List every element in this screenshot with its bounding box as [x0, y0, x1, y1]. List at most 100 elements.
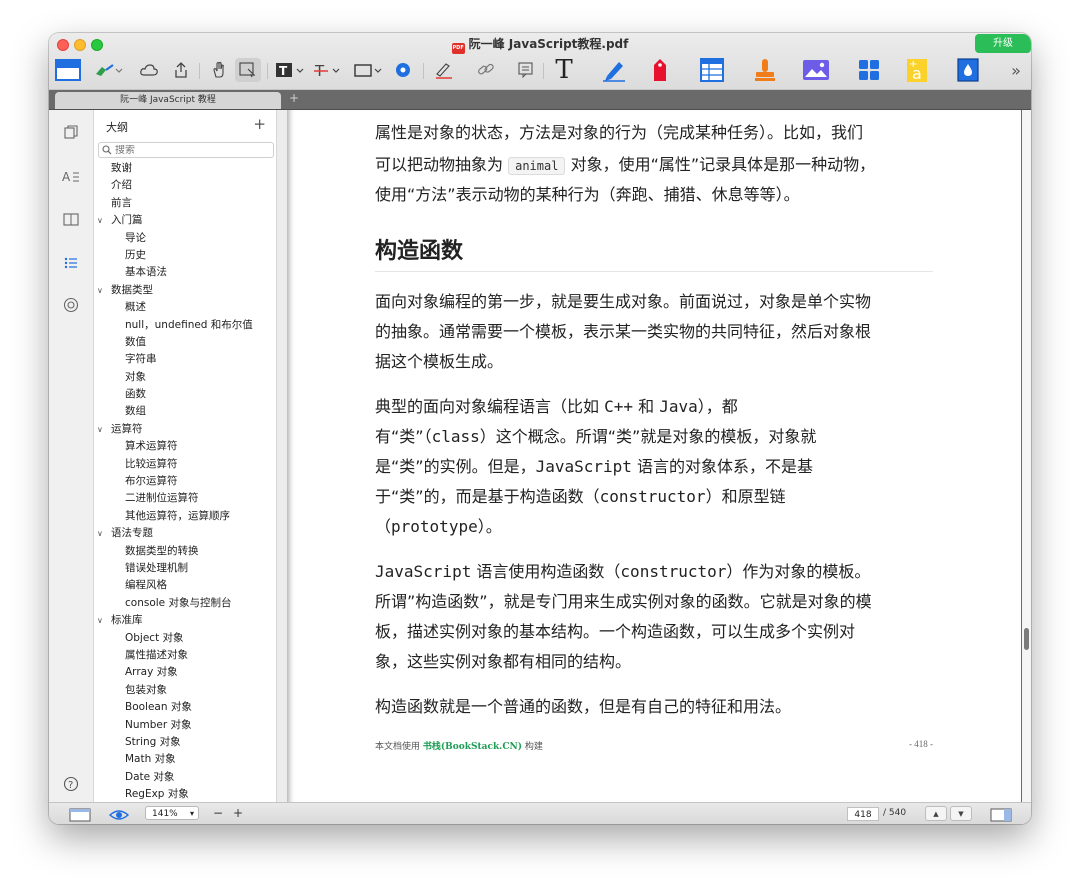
pen-tool-icon[interactable]: [599, 58, 629, 82]
thumbnails-icon[interactable]: [61, 122, 81, 142]
outline-section-item[interactable]: 致谢: [94, 160, 276, 177]
upgrade-button[interactable]: 升级: [975, 34, 1031, 53]
tag-icon[interactable]: [647, 58, 673, 82]
zoom-out-button[interactable]: −: [213, 806, 223, 820]
outline-subitem[interactable]: Boolean 对象: [94, 699, 276, 716]
outline-item-label: 数据类型: [111, 283, 153, 296]
sidebar-toggle-icon[interactable]: [55, 58, 81, 82]
outline-subitem[interactable]: console 对象与控制台: [94, 595, 276, 612]
outline-section-item[interactable]: ∨ 标准库: [94, 612, 276, 629]
outline-subitem[interactable]: Date 对象: [94, 769, 276, 786]
outline-subitem[interactable]: 数组: [94, 403, 276, 420]
document-scrollbar[interactable]: [1022, 110, 1031, 802]
outline-subitem[interactable]: 历史: [94, 247, 276, 264]
select-tool-icon[interactable]: [235, 58, 261, 82]
font-style-icon[interactable]: A: [61, 166, 81, 186]
outline-subitem[interactable]: Object 对象: [94, 630, 276, 647]
stamp-icon[interactable]: [751, 58, 779, 82]
chevron-down-icon[interactable]: ∨: [97, 282, 103, 299]
text-tool-icon[interactable]: T: [549, 57, 579, 83]
code-run: constructor: [599, 487, 706, 506]
search-input[interactable]: [115, 144, 255, 156]
outline-subitem[interactable]: 算术运算符: [94, 438, 276, 455]
outline-subitem[interactable]: 错误处理机制: [94, 560, 276, 577]
tab-document[interactable]: 阮一峰 JavaScript 教程: [55, 92, 281, 109]
outline-subitem[interactable]: 数值: [94, 334, 276, 351]
bookmarks-icon[interactable]: [61, 209, 81, 229]
chevron-down-icon[interactable]: ∨: [97, 212, 103, 229]
new-tab-button[interactable]: +: [289, 91, 299, 105]
highlight-pen-icon[interactable]: [93, 58, 125, 82]
svg-text:+: +: [909, 59, 917, 70]
image-icon[interactable]: [801, 58, 831, 82]
outline-subitem[interactable]: 包装对象: [94, 682, 276, 699]
text-box-icon[interactable]: a +: [903, 58, 931, 83]
single-page-view-icon[interactable]: [69, 807, 91, 824]
outline-subitem[interactable]: 导论: [94, 230, 276, 247]
outline-subitem[interactable]: 其他运算符，运算顺序: [94, 508, 276, 525]
outline-subitem[interactable]: 数据类型的转换: [94, 543, 276, 560]
outline-subitem[interactable]: 属性描述对象: [94, 647, 276, 664]
two-page-view-icon[interactable]: [990, 807, 1012, 824]
outline-subitem[interactable]: Number 对象: [94, 717, 276, 734]
next-page-button[interactable]: ▼: [950, 806, 972, 821]
outline-section-item[interactable]: ∨ 入门篇: [94, 212, 276, 229]
chevron-down-icon[interactable]: ∨: [97, 525, 103, 542]
outline-subitem[interactable]: 基本语法: [94, 264, 276, 281]
outline-subitem[interactable]: 对象: [94, 369, 276, 386]
outline-scrollbar[interactable]: [276, 110, 287, 802]
outline-subitem[interactable]: 函数: [94, 386, 276, 403]
zoom-in-button[interactable]: +: [233, 806, 243, 820]
outline-subitem[interactable]: RegExp 对象: [94, 786, 276, 802]
pdf-file-icon: PDF: [451, 43, 465, 54]
outline-section-item[interactable]: ∨ 运算符: [94, 421, 276, 438]
outline-subitem[interactable]: 概述: [94, 299, 276, 316]
outline-section-item[interactable]: ∨ 语法专题: [94, 525, 276, 542]
outline-subitem[interactable]: Math 对象: [94, 751, 276, 768]
eye-review-icon[interactable]: [393, 58, 415, 82]
link-icon[interactable]: [475, 58, 497, 82]
add-outline-button[interactable]: +: [253, 115, 266, 133]
scrollbar-thumb[interactable]: [1024, 628, 1029, 650]
outline-subitem[interactable]: 编程风格: [94, 577, 276, 594]
svg-text:T: T: [279, 64, 288, 78]
outline-subitem[interactable]: 字符串: [94, 351, 276, 368]
paragraph-line: 构造函数就是一个普通的函数，但是有自己的特征和用法。: [375, 697, 792, 716]
more-icon[interactable]: »: [1007, 58, 1025, 82]
shape-rectangle-icon[interactable]: [353, 58, 385, 82]
outline-search[interactable]: [98, 142, 274, 158]
outline-subitem[interactable]: null，undefined 和布尔值: [94, 317, 276, 334]
annotations-icon[interactable]: [61, 295, 81, 315]
share-icon[interactable]: [171, 58, 191, 82]
outline-item-label: Number 对象: [125, 718, 192, 731]
outline-list-icon[interactable]: [61, 253, 81, 273]
cloud-icon[interactable]: [139, 58, 159, 82]
outline-section-item[interactable]: 介绍: [94, 177, 276, 194]
outline-item-label: 语法专题: [111, 527, 153, 540]
strikethrough-icon[interactable]: T: [313, 58, 345, 82]
page-number-input[interactable]: 418: [847, 807, 879, 821]
outline-subitem[interactable]: Array 对象: [94, 664, 276, 681]
signature-icon[interactable]: [433, 58, 455, 82]
table-icon[interactable]: [697, 58, 727, 82]
previous-page-button[interactable]: ▲: [925, 806, 947, 821]
text-color-icon[interactable]: T: [275, 58, 309, 82]
outline-section-item[interactable]: ∨ 数据类型: [94, 282, 276, 299]
outline-subitem[interactable]: 布尔运算符: [94, 473, 276, 490]
outline-item-label: null，undefined 和布尔值: [125, 318, 253, 331]
reading-mode-eye-icon[interactable]: [108, 807, 130, 824]
water-drop-icon[interactable]: [955, 58, 981, 82]
hand-tool-icon[interactable]: [209, 58, 229, 82]
footer-brand-link[interactable]: 书栈(BookStack.CN): [423, 742, 522, 752]
outline-subitem[interactable]: 比较运算符: [94, 456, 276, 473]
help-icon[interactable]: ?: [61, 774, 81, 794]
chevron-down-icon[interactable]: ∨: [97, 421, 103, 438]
zoom-select[interactable]: 141% ▾: [145, 806, 199, 820]
code-run: class: [431, 427, 480, 446]
apps-grid-icon[interactable]: [855, 58, 883, 82]
outline-subitem[interactable]: String 对象: [94, 734, 276, 751]
chevron-down-icon[interactable]: ∨: [97, 612, 103, 629]
note-icon[interactable]: [515, 58, 537, 82]
outline-subitem[interactable]: 二进制位运算符: [94, 490, 276, 507]
outline-section-item[interactable]: 前言: [94, 195, 276, 212]
